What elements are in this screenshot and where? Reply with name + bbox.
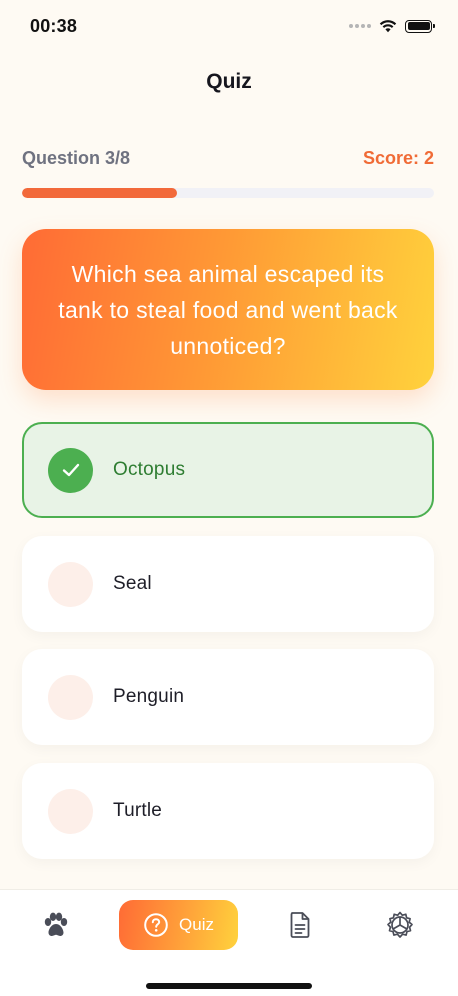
question-circle-icon bbox=[144, 913, 168, 937]
nav-item-documents[interactable] bbox=[274, 900, 326, 950]
option-label: Turtle bbox=[113, 800, 163, 821]
option-marker bbox=[48, 674, 93, 720]
progress-bar-fill bbox=[22, 188, 177, 198]
battery-icon bbox=[405, 19, 435, 33]
option-marker bbox=[48, 447, 93, 493]
status-time: 00:38 bbox=[30, 15, 78, 36]
option-marker bbox=[48, 561, 93, 607]
option-label: Penguin bbox=[113, 686, 185, 707]
status-bar: 00:38 bbox=[0, 0, 458, 52]
answer-option-penguin[interactable]: Penguin bbox=[22, 649, 434, 745]
wifi-icon bbox=[379, 20, 397, 33]
progress-row: Question 3/8 Score: 2 bbox=[22, 148, 434, 169]
nav-item-quiz[interactable]: Quiz bbox=[119, 900, 238, 950]
option-label: Octopus bbox=[113, 459, 186, 480]
home-indicator bbox=[146, 983, 312, 989]
paw-icon bbox=[44, 912, 68, 937]
page-title: Quiz bbox=[206, 70, 252, 93]
nav-item-settings[interactable] bbox=[374, 900, 426, 950]
answer-option-turtle[interactable]: Turtle bbox=[22, 763, 434, 859]
progress-bar bbox=[22, 188, 434, 198]
option-marker bbox=[48, 788, 93, 834]
score-label: Score: 2 bbox=[362, 148, 434, 168]
bottom-nav: Quiz bbox=[0, 889, 458, 996]
settings-icon bbox=[387, 911, 413, 938]
nav-item-quiz-label: Quiz bbox=[179, 915, 214, 934]
document-icon bbox=[290, 912, 310, 938]
question-text: Which sea animal escaped its tank to ste… bbox=[58, 260, 398, 359]
nav-item-pets[interactable] bbox=[30, 900, 82, 950]
cellular-signal-icon bbox=[349, 24, 371, 28]
status-icons bbox=[349, 19, 435, 33]
question-card: Which sea animal escaped its tank to ste… bbox=[22, 229, 434, 390]
question-counter: Question 3/8 bbox=[22, 148, 131, 168]
answer-option-octopus[interactable]: Octopus bbox=[22, 422, 434, 518]
option-label: Seal bbox=[113, 573, 152, 594]
checkmark-icon bbox=[62, 463, 79, 477]
answer-option-seal[interactable]: Seal bbox=[22, 536, 434, 632]
